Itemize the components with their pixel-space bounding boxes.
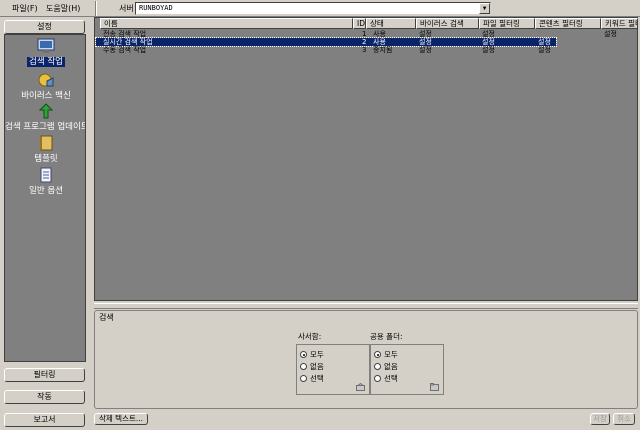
menu-divider: [95, 1, 97, 16]
server-label: 서버: [119, 4, 134, 13]
cell-file-filtering[interactable]: 설정: [482, 30, 495, 38]
search-panel: 검색 사서함: 모두 없음 선택 공용 폴더: 모두 없음 선택: [94, 310, 638, 409]
nav-item-update[interactable]: 검색 프로그램 업데이트: [5, 103, 86, 132]
column-header-file-filtering[interactable]: 파일 필터링: [479, 18, 535, 29]
chevron-down-icon[interactable]: ▼: [479, 3, 490, 14]
server-select-value: RUNBOYAD: [139, 4, 173, 12]
template-icon: [40, 135, 53, 151]
public-folder-radio-none[interactable]: 없음: [374, 361, 398, 372]
scan-job-list[interactable]: 이름 ID 상태 바이러스 검색 파일 필터링 콘텐츠 필터링 키워드 필터링 …: [94, 17, 638, 301]
column-header-virus-scan[interactable]: 바이러스 검색: [416, 18, 479, 29]
radio-unselected: [300, 375, 307, 382]
cell-virus-scan[interactable]: 설정: [419, 38, 432, 46]
nav-item-label: 검색 프로그램 업데이트: [5, 122, 86, 132]
pane-splitter[interactable]: [94, 303, 638, 309]
cell-name: 수동 검색 작업: [103, 46, 147, 54]
column-header-name[interactable]: 이름: [100, 18, 353, 29]
radio-selected: [374, 351, 381, 358]
mailbox-radio-none[interactable]: 없음: [300, 361, 324, 372]
settings-nav-panel: 검색 작업 바이러스 백신 검색 프로그램 업데이트 템플릿 일반 옵션: [4, 34, 86, 362]
filtering-group-button[interactable]: 필터링: [4, 368, 85, 382]
nav-item-scan-jobs[interactable]: 검색 작업: [5, 38, 85, 67]
column-header-keyword-filtering[interactable]: 키워드 필터링: [601, 18, 638, 29]
search-panel-title: 검색: [99, 313, 114, 322]
cell-file-filtering[interactable]: 설정: [482, 46, 495, 54]
nav-item-template[interactable]: 템플릿: [5, 135, 85, 164]
cell-id: 2: [362, 38, 367, 46]
menu-file[interactable]: 파일(F): [12, 3, 38, 14]
mailbox-group: 모두 없음 선택: [296, 344, 370, 395]
public-folder-radio-select[interactable]: 선택: [374, 373, 398, 384]
cell-content-filtering[interactable]: 설정: [538, 38, 551, 46]
public-folder-label: 공용 폴더:: [370, 332, 403, 341]
radio-label: 없음: [310, 362, 324, 371]
column-header-status[interactable]: 상태: [366, 18, 416, 29]
radio-unselected: [374, 363, 381, 370]
save-button[interactable]: 저장: [590, 413, 610, 425]
cell-id: 3: [362, 46, 367, 54]
cell-status: 중지됨: [373, 46, 393, 54]
mailbox-radio-all[interactable]: 모두: [300, 349, 324, 360]
mailbox-label: 사서함:: [298, 332, 322, 341]
cancel-button[interactable]: 취소: [613, 413, 635, 425]
operations-group-button[interactable]: 작동: [4, 390, 85, 404]
table-row-selected[interactable]: 실시간 검색 작업 2 사용 설정 설정 설정: [95, 37, 557, 47]
column-header-content-filtering[interactable]: 콘텐츠 필터링: [535, 18, 601, 29]
nav-item-label: 바이러스 백신: [21, 91, 71, 101]
reports-group-button[interactable]: 보고서: [4, 413, 85, 427]
server-select[interactable]: RUNBOYAD ▼: [135, 2, 491, 15]
cell-id: 1: [362, 30, 367, 38]
radio-label: 없음: [384, 362, 398, 371]
nav-item-label: 일반 옵션: [29, 186, 63, 196]
cell-virus-scan[interactable]: 설정: [419, 30, 432, 38]
cell-keyword-filtering[interactable]: 설정: [604, 30, 617, 38]
cell-virus-scan[interactable]: 설정: [419, 46, 432, 54]
radio-label: 모두: [384, 350, 398, 359]
search-job-icon: [37, 38, 55, 53]
mailbox-radio-select[interactable]: 선택: [300, 373, 324, 384]
cell-name: 전송 검색 작업: [103, 30, 147, 38]
nav-item-general-options[interactable]: 일반 옵션: [5, 167, 85, 196]
public-folder-radio-all[interactable]: 모두: [374, 349, 398, 360]
cell-content-filtering[interactable]: 설정: [538, 46, 551, 54]
radio-selected: [300, 351, 307, 358]
menu-help[interactable]: 도움말(H): [46, 3, 80, 14]
folder-browse-icon[interactable]: [430, 383, 439, 391]
radio-label: 모두: [310, 350, 324, 359]
update-icon: [38, 103, 54, 119]
column-header-id[interactable]: ID: [353, 18, 366, 29]
radio-unselected: [300, 363, 307, 370]
nav-item-antivirus[interactable]: 바이러스 백신: [5, 72, 85, 101]
menu-bar: 파일(F) 도움말(H) 서버 RUNBOYAD ▼: [0, 0, 640, 17]
cell-file-filtering[interactable]: 설정: [482, 38, 495, 46]
delete-text-button[interactable]: 삭제 텍스트...: [94, 413, 148, 425]
radio-unselected: [374, 375, 381, 382]
nav-item-label: 검색 작업: [27, 57, 65, 67]
radio-label: 선택: [384, 374, 398, 383]
mailbox-browse-icon[interactable]: [356, 383, 365, 391]
radio-label: 선택: [310, 374, 324, 383]
options-icon: [40, 167, 52, 183]
table-row[interactable]: 수동 검색 작업 3 중지됨 설정 설정 설정: [96, 46, 556, 54]
antivirus-icon: [38, 73, 54, 87]
cell-status: 사용: [373, 38, 386, 46]
table-row[interactable]: 전송 검색 작업 1 사용 설정 설정: [96, 30, 556, 38]
nav-item-label: 템플릿: [34, 154, 58, 164]
cell-name: 실시간 검색 작업: [103, 38, 153, 46]
cell-status: 사용: [373, 30, 386, 38]
settings-group-button[interactable]: 설정: [4, 20, 85, 34]
public-folder-group: 모두 없음 선택: [370, 344, 444, 395]
